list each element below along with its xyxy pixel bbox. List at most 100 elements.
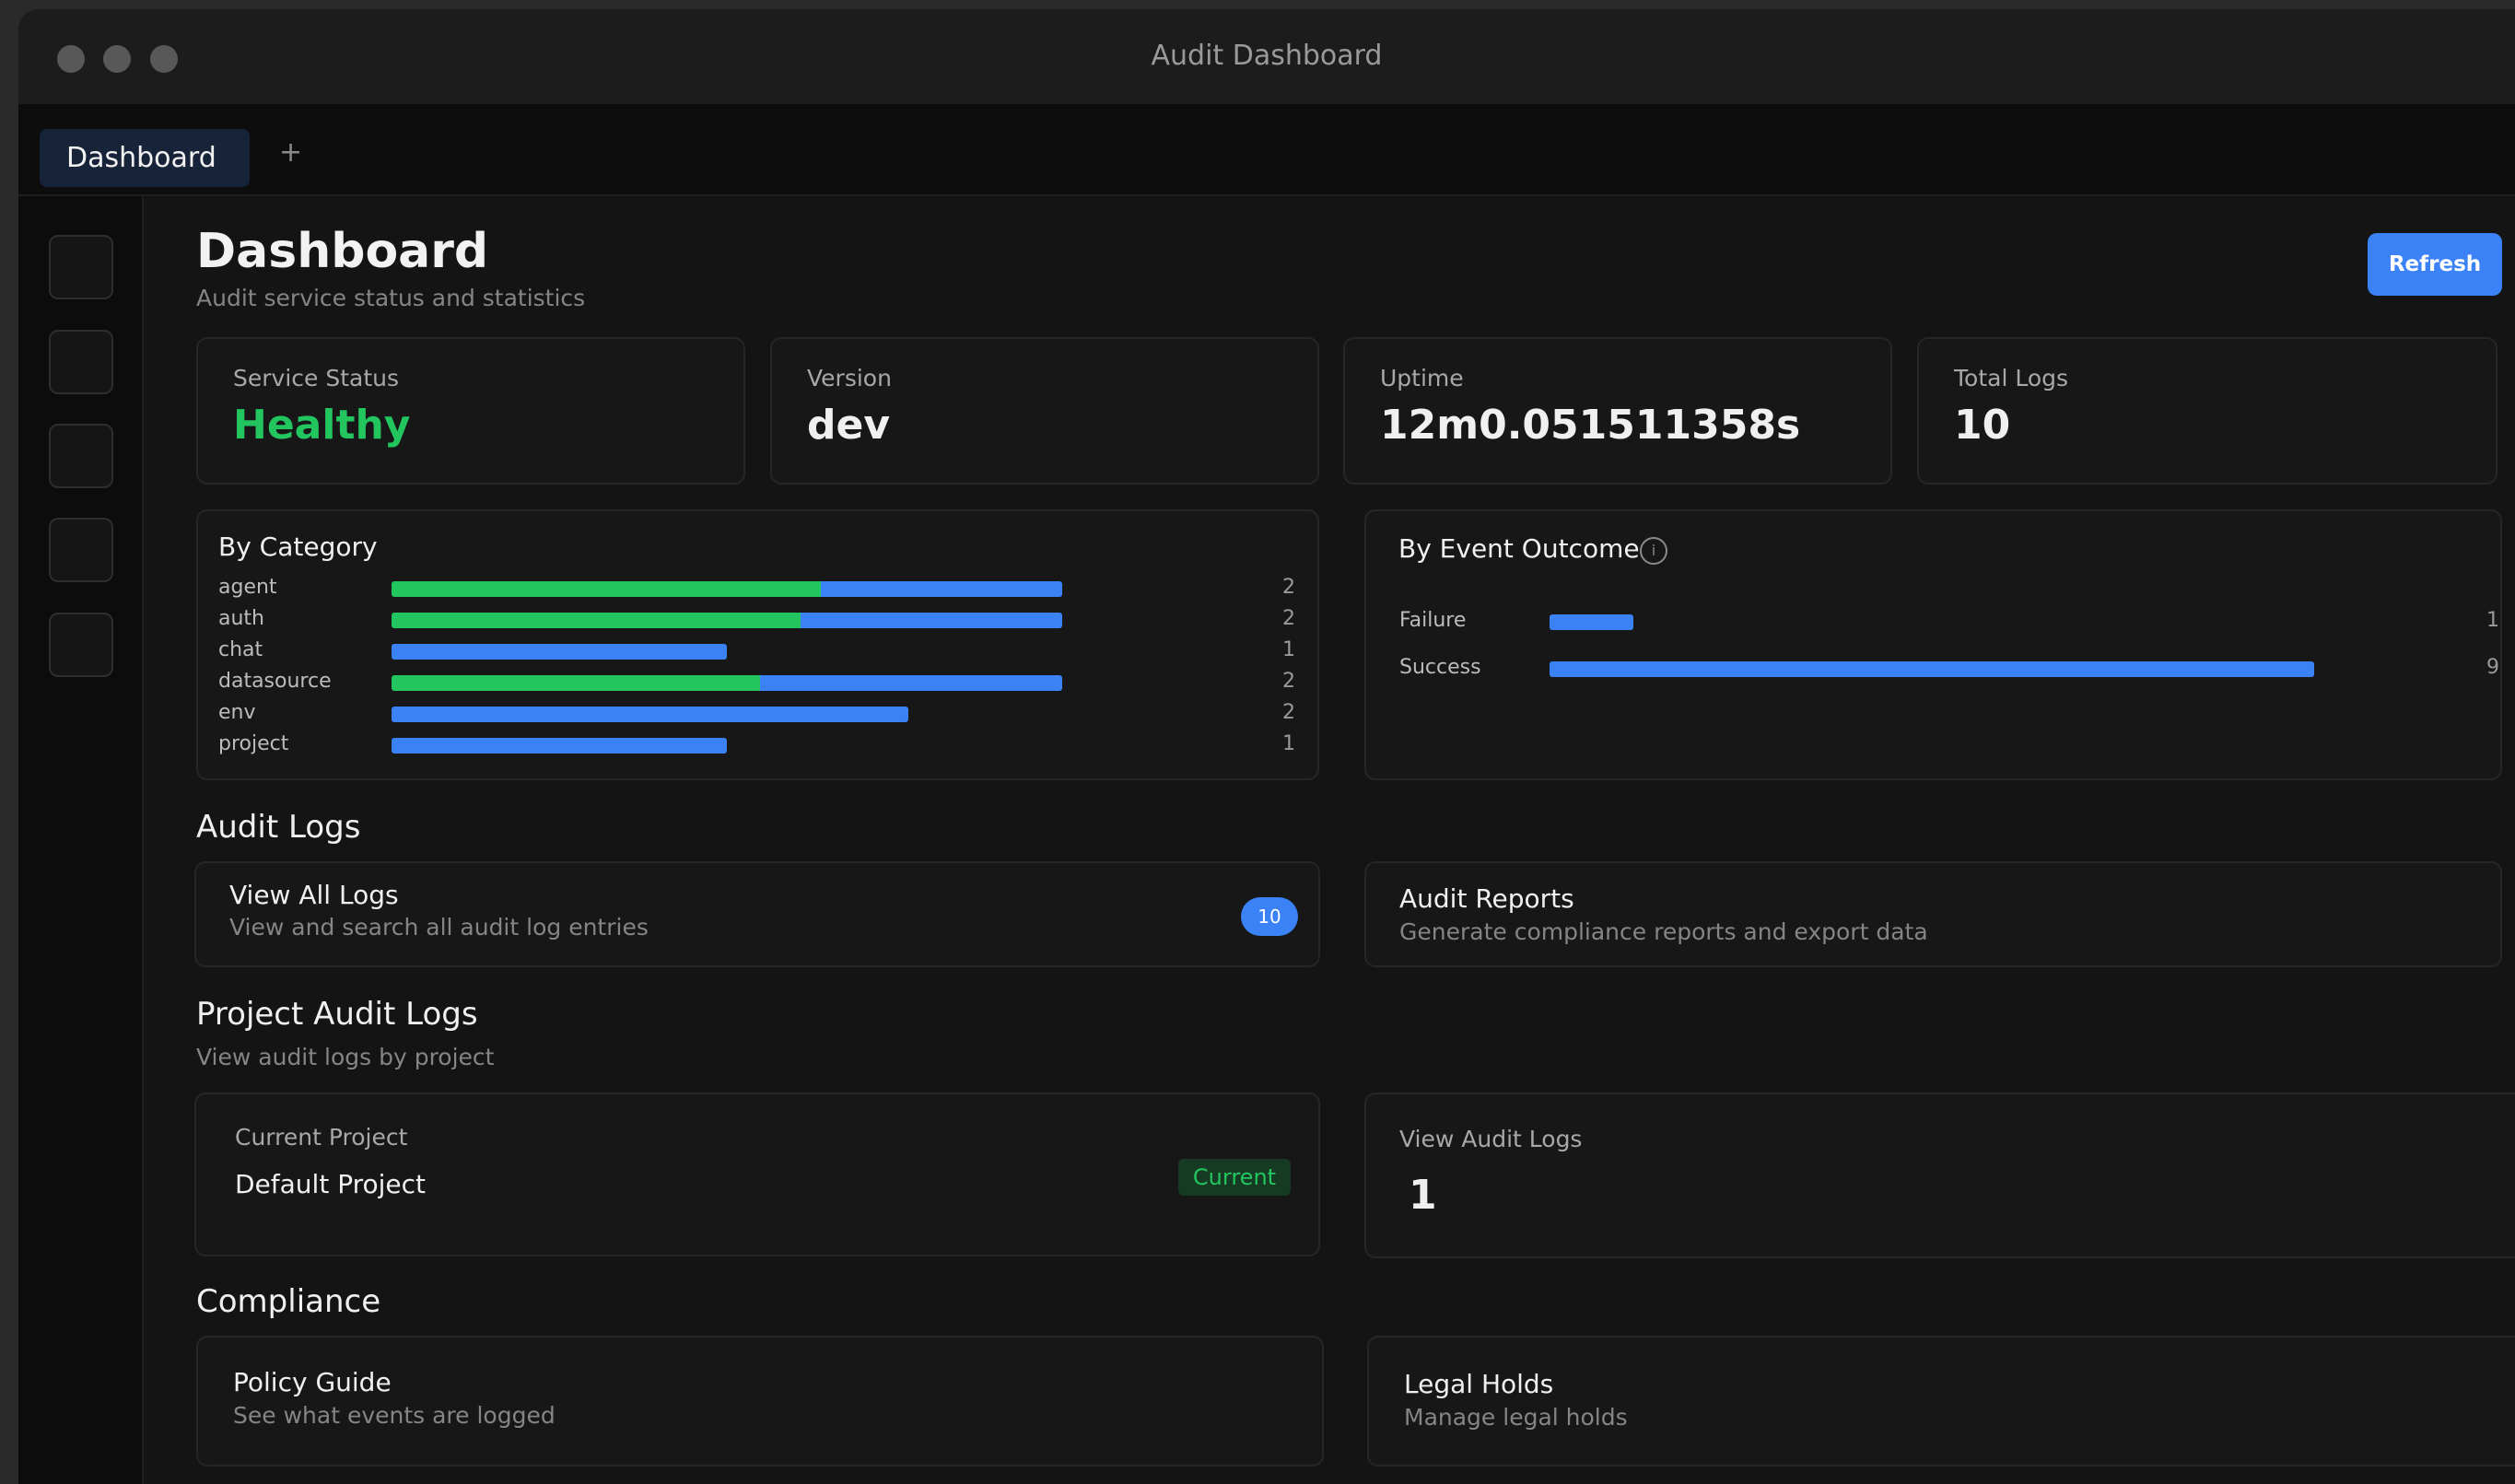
policy-guide-description: See what events are logged bbox=[233, 1402, 556, 1429]
category-row: project 1 bbox=[218, 732, 1305, 758]
outcome-bar-fill bbox=[1550, 661, 2314, 677]
category-label: chat bbox=[218, 638, 263, 661]
service-status-value: Healthy bbox=[233, 402, 411, 449]
app-window: Audit Dashboard Dashboard + Dashboard Au… bbox=[18, 9, 2515, 1484]
outcome-label: Success bbox=[1399, 656, 1481, 679]
stat-card-service-status: Service Status Healthy bbox=[196, 337, 745, 485]
total-logs-value: 10 bbox=[1954, 402, 2011, 449]
category-label: env bbox=[218, 701, 256, 724]
legal-holds-title: Legal Holds bbox=[1404, 1369, 1554, 1399]
category-bar bbox=[392, 644, 727, 660]
category-bar bbox=[392, 707, 908, 722]
by-category-title: By Category bbox=[218, 532, 378, 562]
category-bar-success-segment bbox=[392, 581, 821, 597]
policy-guide-card[interactable]: Policy Guide See what events are logged bbox=[196, 1336, 1324, 1466]
stat-card-uptime: Uptime 12m0.051511358s bbox=[1343, 337, 1892, 485]
refresh-button[interactable]: Refresh bbox=[2368, 233, 2502, 296]
category-bar-other-segment bbox=[821, 581, 1062, 597]
outcome-row: Failure 1 bbox=[1399, 609, 2499, 635]
legal-holds-card[interactable]: Legal Holds Manage legal holds bbox=[1367, 1336, 2515, 1466]
page-subtitle: Audit service status and statistics bbox=[196, 285, 586, 311]
add-tab-button[interactable]: + bbox=[279, 136, 302, 169]
category-bar-other-segment bbox=[392, 707, 908, 722]
category-bar-success-segment bbox=[392, 675, 760, 691]
version-value: dev bbox=[807, 402, 891, 449]
category-bar bbox=[392, 581, 1062, 597]
stat-label: Service Status bbox=[233, 365, 400, 391]
view-audit-logs-card[interactable]: View Audit Logs 1 bbox=[1364, 1093, 2515, 1258]
sidebar-button-3[interactable] bbox=[49, 424, 113, 488]
current-project-name: Default Project bbox=[235, 1169, 427, 1199]
title-bar: Audit Dashboard bbox=[18, 9, 2515, 104]
category-count: 1 bbox=[1282, 732, 1295, 755]
category-bar-other-segment bbox=[392, 644, 727, 660]
sidebar-button-1[interactable] bbox=[49, 235, 113, 299]
category-bar-other-segment bbox=[801, 613, 1062, 628]
category-bar-other-segment bbox=[392, 738, 727, 754]
stat-card-total-logs: Total Logs 10 bbox=[1917, 337, 2497, 485]
current-project-card[interactable]: Current Project Default Project Current bbox=[194, 1093, 1320, 1256]
sidebar-button-2[interactable] bbox=[49, 330, 113, 394]
stat-label: Uptime bbox=[1380, 365, 1464, 391]
by-outcome-title: By Event Outcome bbox=[1398, 533, 1640, 564]
outcome-bar bbox=[1550, 661, 2314, 677]
outcome-count: 1 bbox=[2486, 609, 2499, 632]
category-bar bbox=[392, 738, 727, 754]
stat-label: Total Logs bbox=[1954, 365, 2069, 391]
audit-logs-heading: Audit Logs bbox=[196, 809, 361, 846]
view-audit-logs-label: View Audit Logs bbox=[1399, 1126, 1583, 1152]
tab-bar: Dashboard + bbox=[18, 104, 2515, 196]
audit-reports-card[interactable]: Audit Reports Generate compliance report… bbox=[1364, 861, 2502, 967]
audit-reports-description: Generate compliance reports and export d… bbox=[1399, 918, 1928, 945]
page-title: Dashboard bbox=[196, 224, 489, 279]
category-count: 2 bbox=[1282, 670, 1295, 693]
audit-reports-title: Audit Reports bbox=[1399, 883, 1574, 914]
current-badge: Current bbox=[1178, 1159, 1291, 1196]
category-label: agent bbox=[218, 576, 277, 599]
sidebar-button-4[interactable] bbox=[49, 518, 113, 582]
stat-card-version: Version dev bbox=[770, 337, 1319, 485]
outcome-bar-fill bbox=[1550, 614, 1633, 630]
category-row: auth 2 bbox=[218, 607, 1305, 633]
info-icon[interactable]: i bbox=[1640, 537, 1667, 565]
category-count: 2 bbox=[1282, 576, 1295, 599]
category-label: project bbox=[218, 732, 289, 755]
log-count-badge: 10 bbox=[1241, 897, 1298, 936]
outcome-bar bbox=[1550, 614, 1633, 630]
sidebar bbox=[18, 196, 144, 1484]
compliance-heading: Compliance bbox=[196, 1283, 381, 1320]
window-title: Audit Dashboard bbox=[1151, 40, 1383, 72]
by-category-card: By Category agent 2 auth 2 chat 1 datasource 2 e… bbox=[196, 509, 1319, 780]
category-count: 1 bbox=[1282, 638, 1295, 661]
view-audit-logs-value: 1 bbox=[1409, 1172, 1437, 1219]
category-count: 2 bbox=[1282, 701, 1295, 724]
view-all-logs-description: View and search all audit log entries bbox=[229, 914, 649, 941]
stat-label: Version bbox=[807, 365, 892, 391]
category-bar bbox=[392, 675, 1062, 691]
category-row: chat 1 bbox=[218, 638, 1305, 664]
category-label: datasource bbox=[218, 670, 332, 693]
category-bar-success-segment bbox=[392, 613, 801, 628]
sidebar-button-5[interactable] bbox=[49, 613, 113, 677]
by-outcome-card: By Event Outcome i Failure 1 Success 9 bbox=[1364, 509, 2502, 780]
policy-guide-title: Policy Guide bbox=[233, 1367, 392, 1397]
current-project-label: Current Project bbox=[235, 1124, 408, 1151]
category-row: env 2 bbox=[218, 701, 1305, 727]
legal-holds-description: Manage legal holds bbox=[1404, 1404, 1628, 1431]
category-label: auth bbox=[218, 607, 264, 630]
category-row: datasource 2 bbox=[218, 670, 1305, 695]
category-bar-other-segment bbox=[760, 675, 1062, 691]
uptime-value: 12m0.051511358s bbox=[1380, 402, 1801, 449]
tab-dashboard[interactable]: Dashboard bbox=[40, 129, 250, 187]
category-bar bbox=[392, 613, 1062, 628]
project-audit-logs-heading: Project Audit Logs bbox=[196, 996, 478, 1033]
project-audit-logs-subtitle: View audit logs by project bbox=[196, 1044, 495, 1070]
category-count: 2 bbox=[1282, 607, 1295, 630]
outcome-row: Success 9 bbox=[1399, 656, 2499, 682]
main-content: Dashboard Audit service status and stati… bbox=[144, 196, 2515, 1484]
outcome-label: Failure bbox=[1399, 609, 1467, 632]
view-all-logs-card[interactable]: View All Logs View and search all audit … bbox=[194, 861, 1320, 967]
category-row: agent 2 bbox=[218, 576, 1305, 602]
view-all-logs-title: View All Logs bbox=[229, 880, 399, 910]
outcome-count: 9 bbox=[2486, 656, 2499, 679]
